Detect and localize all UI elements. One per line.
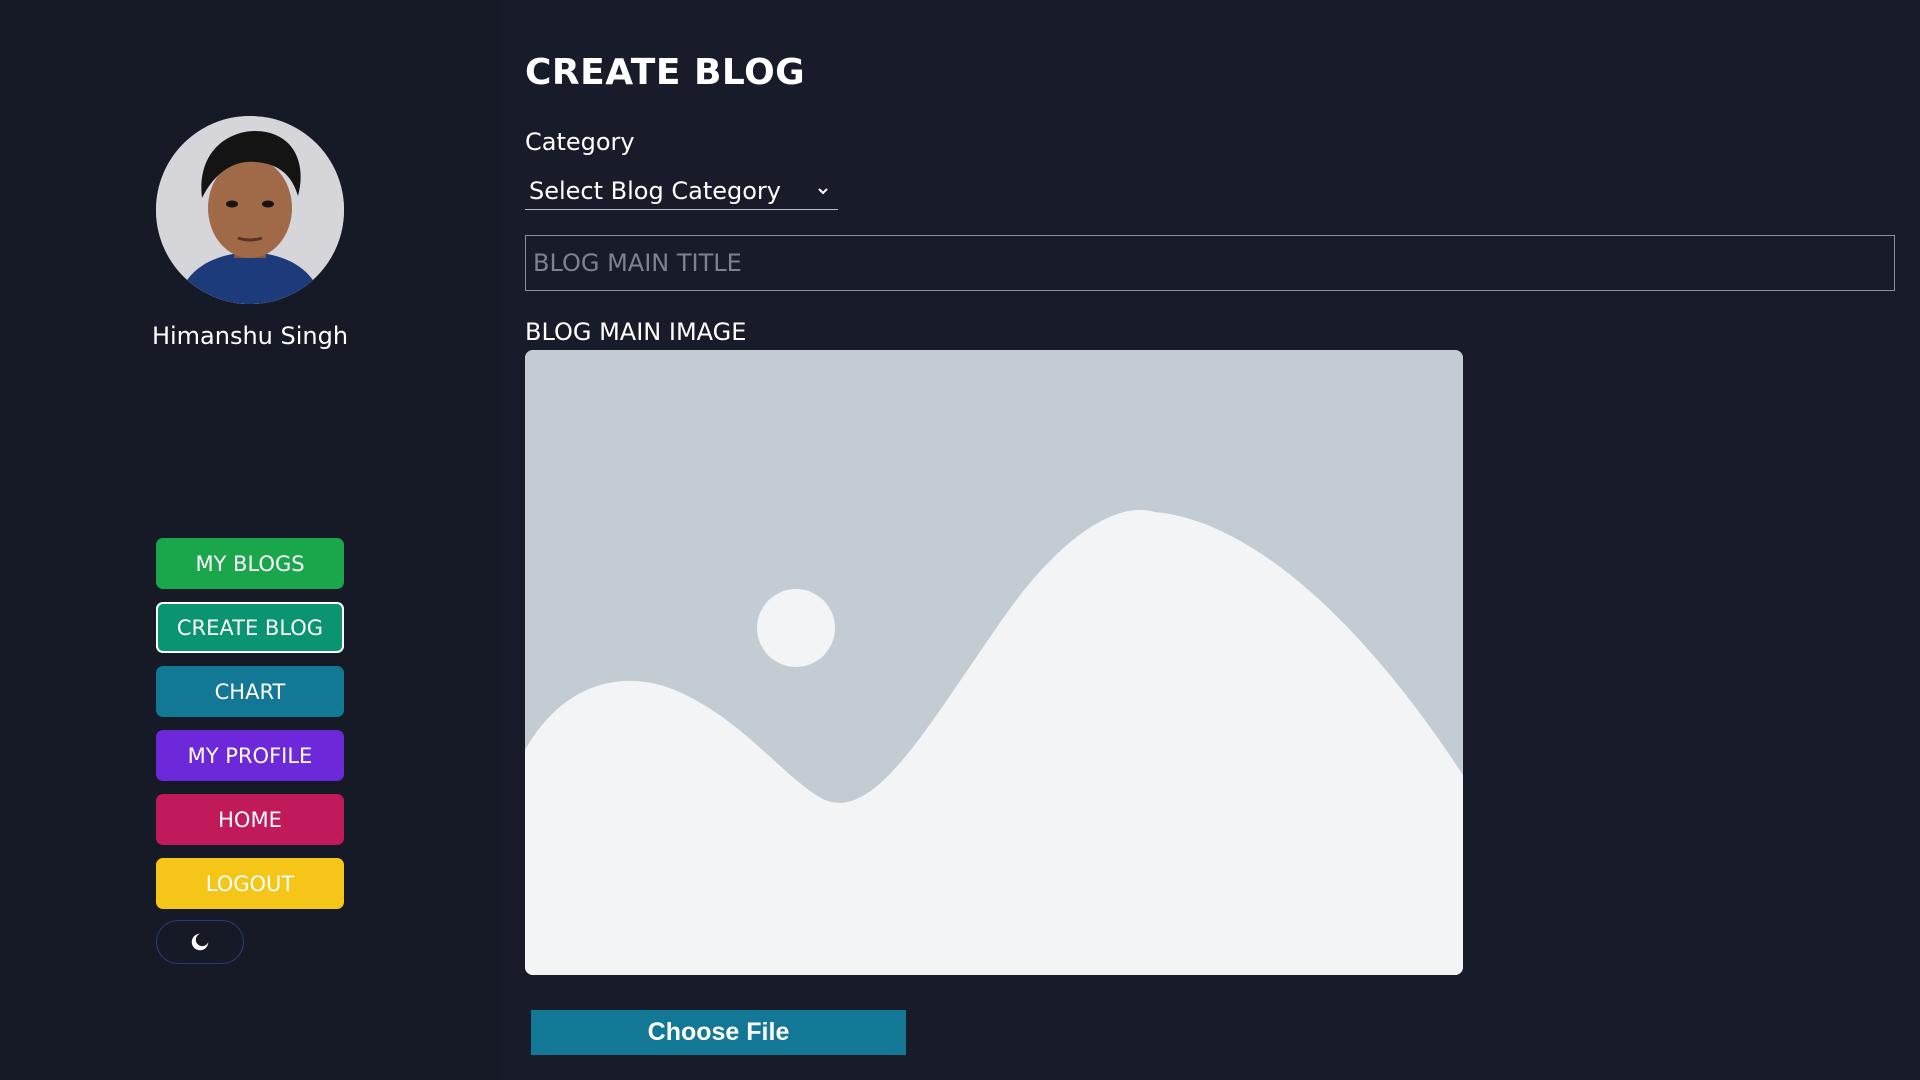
nav-logout-button[interactable]: LOGOUT: [156, 858, 344, 909]
user-name: Himanshu Singh: [151, 322, 349, 350]
nav-my-profile-button[interactable]: MY PROFILE: [156, 730, 344, 781]
nav-home-button[interactable]: HOME: [156, 794, 344, 845]
nav-chart-button[interactable]: CHART: [156, 666, 344, 717]
nav-my-blogs-button[interactable]: MY BLOGS: [156, 538, 344, 589]
sidebar: Himanshu Singh MY BLOGS CREATE BLOG CHAR…: [0, 0, 500, 1080]
image-placeholder-icon: [525, 350, 1463, 975]
blog-image-label: BLOG MAIN IMAGE: [525, 318, 747, 346]
page-title: CREATE BLOG: [525, 52, 806, 93]
blog-title-input[interactable]: [525, 235, 1895, 291]
moon-icon: [191, 933, 209, 951]
blog-image-preview: [525, 350, 1463, 975]
user-avatar-icon: [156, 116, 344, 304]
category-label: Category: [525, 128, 635, 156]
nav-create-blog-button[interactable]: CREATE BLOG: [156, 602, 344, 653]
category-selected-value: Select Blog Category: [529, 176, 781, 205]
chevron-down-icon: [818, 187, 828, 194]
sidebar-nav: MY BLOGS CREATE BLOG CHART MY PROFILE HO…: [156, 538, 344, 909]
theme-toggle-button[interactable]: [156, 920, 244, 964]
category-select[interactable]: Select Blog Category: [525, 172, 838, 210]
avatar: [156, 116, 344, 304]
choose-file-button[interactable]: Choose File: [531, 1010, 906, 1055]
main-content: CREATE BLOG Category Select Blog Categor…: [500, 0, 1920, 1080]
app-root: Himanshu Singh MY BLOGS CREATE BLOG CHAR…: [0, 0, 1920, 1080]
